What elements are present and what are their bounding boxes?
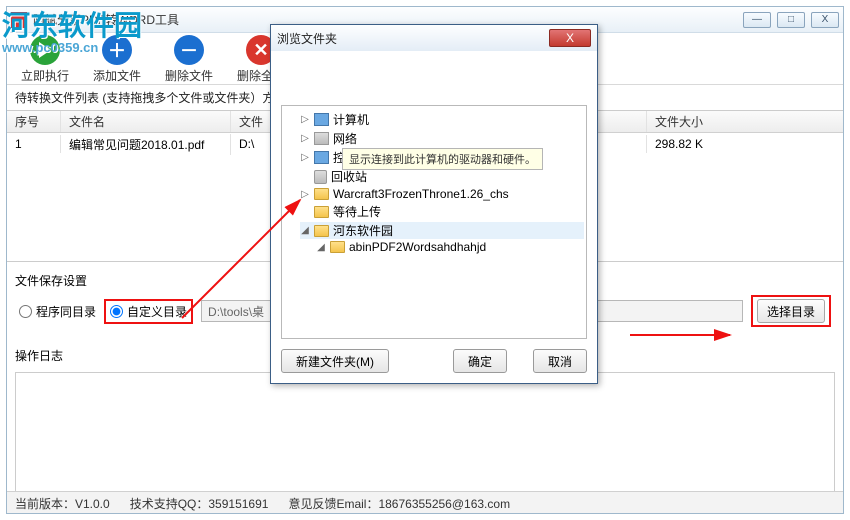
operation-log[interactable] bbox=[15, 372, 835, 502]
col-size[interactable]: 文件大小 bbox=[647, 111, 837, 132]
tree-tooltip: 显示连接到此计算机的驱动器和硬件。 bbox=[342, 148, 543, 170]
folder-icon bbox=[330, 241, 345, 253]
ok-button[interactable]: 确定 bbox=[453, 349, 507, 373]
select-dir-button[interactable]: 选择目录 bbox=[757, 299, 825, 323]
add-label: 添加文件 bbox=[93, 67, 141, 84]
maximize-button[interactable]: □ bbox=[777, 12, 805, 28]
expand-icon[interactable]: ▷ bbox=[300, 153, 310, 163]
radio-same-dir[interactable]: 程序同目录 bbox=[19, 303, 96, 320]
status-bar: 当前版本：V1.0.0 技术支持QQ：359151691 意见反馈Email：1… bbox=[7, 491, 843, 513]
status-feedback: 意见反馈Email：18676355256@163.com bbox=[288, 495, 510, 510]
tree-computer[interactable]: ▷计算机 bbox=[300, 110, 584, 129]
run-button[interactable]: 立即执行 bbox=[21, 35, 69, 84]
cancel-button[interactable]: 取消 bbox=[533, 349, 587, 373]
minus-icon: － bbox=[174, 35, 204, 65]
expand-icon[interactable]: ▷ bbox=[300, 134, 310, 144]
folder-tree[interactable]: ▷计算机 ▷网络 ▷控制面板 ▷回收站 ▷Warcraft3FrozenThro… bbox=[281, 105, 587, 339]
new-folder-button[interactable]: 新建文件夹(M) bbox=[281, 349, 389, 373]
folder-icon bbox=[314, 225, 329, 237]
minimize-button[interactable]: — bbox=[743, 12, 771, 28]
dialog-button-row: 新建文件夹(M) 确定 取消 bbox=[281, 349, 587, 373]
expand-icon[interactable]: ▷ bbox=[300, 115, 310, 125]
network-icon bbox=[314, 132, 329, 145]
radio-same-dir-input[interactable] bbox=[19, 305, 32, 318]
row-size: 298.82 K bbox=[647, 135, 837, 153]
dialog-close-button[interactable]: X bbox=[549, 29, 591, 47]
dialog-title: 浏览文件夹 bbox=[277, 30, 549, 47]
status-version: 当前版本：V1.0.0 bbox=[15, 495, 110, 510]
tree-wc3[interactable]: ▷Warcraft3FrozenThrone1.26_chs bbox=[300, 186, 584, 202]
add-file-button[interactable]: ＋ 添加文件 bbox=[93, 35, 141, 84]
play-icon bbox=[30, 35, 60, 65]
expand-icon[interactable]: ▷ bbox=[300, 189, 310, 199]
radio-same-dir-label: 程序同目录 bbox=[36, 303, 96, 320]
app-icon bbox=[11, 12, 27, 28]
highlight-select-dir: 选择目录 bbox=[751, 295, 831, 327]
del-label: 删除文件 bbox=[165, 67, 213, 84]
radio-custom-dir-label: 自定义目录 bbox=[127, 303, 187, 320]
tree-pending[interactable]: ▷等待上传 bbox=[300, 202, 584, 221]
col-index[interactable]: 序号 bbox=[7, 111, 61, 132]
close-button[interactable]: X bbox=[811, 12, 839, 28]
run-label: 立即执行 bbox=[21, 67, 69, 84]
plus-icon: ＋ bbox=[102, 35, 132, 65]
col-name[interactable]: 文件名 bbox=[61, 111, 231, 132]
status-tech-qq: 技术支持QQ：359151691 bbox=[130, 495, 269, 510]
delete-file-button[interactable]: － 删除文件 bbox=[165, 35, 213, 84]
tree-hedong[interactable]: ◢河东软件园 ◢abinPDF2Wordsahdhahjd bbox=[300, 221, 584, 256]
radio-custom-dir-input[interactable] bbox=[110, 305, 123, 318]
folder-icon bbox=[314, 188, 329, 200]
row-name: 编辑常见问题2018.01.pdf bbox=[61, 134, 231, 155]
tree-network[interactable]: ▷网络 bbox=[300, 129, 584, 148]
collapse-icon[interactable]: ◢ bbox=[300, 226, 310, 236]
folder-icon bbox=[314, 206, 329, 218]
radio-custom-dir[interactable]: 自定义目录 bbox=[110, 303, 187, 320]
dialog-titlebar[interactable]: 浏览文件夹 X bbox=[271, 25, 597, 51]
computer-icon bbox=[314, 113, 329, 126]
browse-folder-dialog: 浏览文件夹 X ▷计算机 ▷网络 ▷控制面板 ▷回收站 ▷Warcraft3Fr… bbox=[270, 24, 598, 384]
highlight-custom-dir: 自定义目录 bbox=[104, 299, 193, 324]
tree-abin[interactable]: ◢abinPDF2Wordsahdhahjd bbox=[316, 239, 584, 255]
recycle-bin-icon bbox=[314, 170, 327, 184]
row-index: 1 bbox=[7, 135, 61, 153]
collapse-icon[interactable]: ◢ bbox=[316, 242, 326, 252]
control-panel-icon bbox=[314, 151, 329, 164]
